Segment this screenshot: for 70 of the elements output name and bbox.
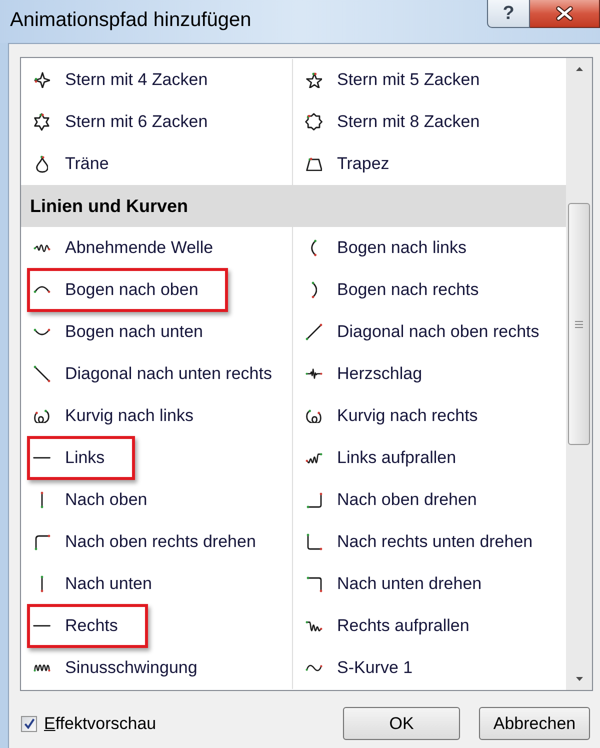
caret-down-icon bbox=[576, 677, 582, 681]
corner-path-icon bbox=[34, 534, 50, 550]
list-item[interactable]: Nach unten drehen bbox=[305, 569, 482, 599]
checkbox-label: Effektvorschau bbox=[44, 714, 156, 734]
heartbeat-icon bbox=[305, 368, 323, 380]
list-item[interactable]: Links aufprallen bbox=[305, 443, 456, 473]
checkbox[interactable] bbox=[21, 716, 37, 732]
list-item[interactable]: Nach oben drehen bbox=[305, 485, 477, 515]
list-item[interactable]: Kurvig nach rechts bbox=[305, 401, 478, 431]
horizontal-line-icon bbox=[33, 457, 51, 459]
decaying-wave-icon bbox=[33, 244, 51, 252]
arc-icon bbox=[33, 286, 51, 294]
list-item[interactable]: S-Kurve 1 bbox=[305, 653, 413, 683]
help-button[interactable]: ? bbox=[487, 0, 530, 28]
corner-path-icon bbox=[306, 576, 322, 592]
list-item[interactable]: Sinusschwingung bbox=[33, 653, 198, 683]
list-item[interactable]: Stern mit 8 Zacken bbox=[305, 107, 480, 137]
list-item[interactable]: Links bbox=[33, 443, 105, 473]
list-item[interactable]: Bogen nach links bbox=[305, 233, 466, 263]
section-header: Linien und Kurven bbox=[21, 185, 566, 227]
grip-icon bbox=[575, 320, 583, 328]
vertical-line-icon bbox=[40, 575, 44, 593]
list-item[interactable]: Abnehmende Welle bbox=[33, 233, 214, 263]
scroll-thumb[interactable] bbox=[568, 203, 590, 445]
close-icon bbox=[556, 6, 573, 21]
eight-point-star-icon bbox=[305, 113, 323, 131]
list-item[interactable]: Träne bbox=[33, 149, 109, 179]
four-point-star-icon bbox=[34, 72, 50, 88]
list-item[interactable]: Stern mit 5 Zacken bbox=[305, 65, 480, 95]
loop-curve-icon bbox=[34, 408, 50, 424]
list-item[interactable]: Nach unten bbox=[33, 569, 152, 599]
s-curve-icon bbox=[305, 664, 323, 672]
list-item[interactable]: Bogen nach rechts bbox=[305, 275, 479, 305]
arc-icon bbox=[310, 281, 318, 299]
ok-button[interactable]: OK bbox=[343, 707, 460, 740]
cancel-button[interactable]: Abbrechen bbox=[479, 707, 590, 740]
list-item[interactable]: Rechts aufprallen bbox=[305, 611, 470, 641]
list-item[interactable]: Stern mit 4 Zacken bbox=[33, 65, 208, 95]
diagonal-line-icon bbox=[305, 323, 323, 341]
list-item[interactable]: Nach rechts unten drehen bbox=[305, 527, 533, 557]
list-item[interactable]: Nach oben rechts drehen bbox=[33, 527, 256, 557]
five-point-star-icon bbox=[306, 72, 322, 88]
checkmark-icon bbox=[24, 718, 34, 729]
six-point-star-icon bbox=[34, 113, 50, 131]
list-item[interactable]: Trapez bbox=[305, 149, 390, 179]
close-button[interactable] bbox=[530, 0, 600, 28]
corner-path-icon bbox=[306, 492, 322, 508]
list-item[interactable]: Diagonal nach oben rechts bbox=[305, 317, 540, 347]
list-item[interactable]: Nach oben bbox=[33, 485, 148, 515]
list-item[interactable]: Bogen nach oben bbox=[33, 275, 198, 305]
trapezoid-icon bbox=[306, 156, 322, 172]
arc-icon bbox=[33, 328, 51, 336]
bounce-curve-icon bbox=[305, 620, 323, 632]
horizontal-line-icon bbox=[33, 625, 51, 627]
caret-up-icon bbox=[576, 67, 582, 71]
window-title: Animationspfad hinzufügen bbox=[10, 8, 252, 32]
arc-icon bbox=[310, 239, 318, 257]
list-item[interactable]: Stern mit 6 Zacken bbox=[33, 107, 208, 137]
loop-curve-icon bbox=[306, 408, 322, 424]
list-item[interactable]: Bogen nach unten bbox=[33, 317, 204, 347]
bounce-curve-icon bbox=[305, 452, 323, 464]
vertical-line-icon bbox=[40, 491, 44, 509]
list-item[interactable]: Kurvig nach links bbox=[33, 401, 194, 431]
list-item[interactable]: Herzschlag bbox=[305, 359, 422, 389]
list-item[interactable]: Rechts bbox=[33, 611, 118, 641]
teardrop-icon bbox=[36, 155, 48, 173]
diagonal-line-icon bbox=[33, 365, 51, 383]
list-item[interactable]: Diagonal nach unten rechts bbox=[33, 359, 272, 389]
corner-path-icon bbox=[306, 533, 322, 551]
sine-wave-icon bbox=[33, 664, 51, 672]
